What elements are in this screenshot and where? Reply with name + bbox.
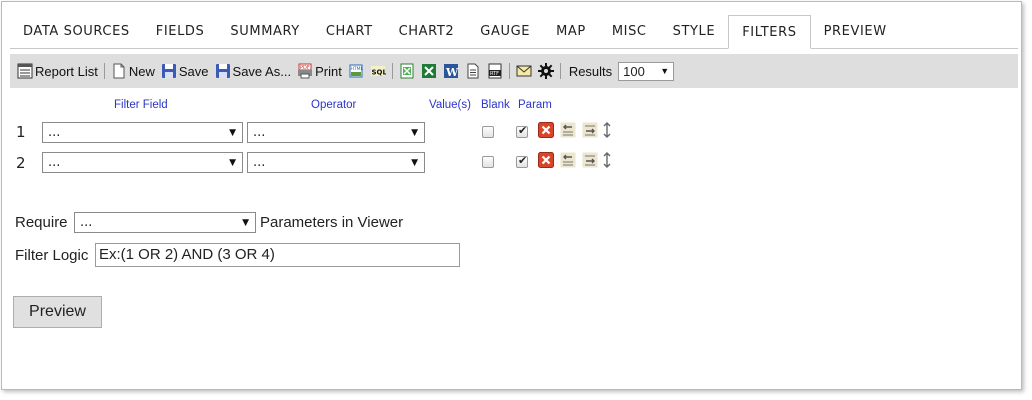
filter-logic-label: Filter Logic [15, 247, 89, 264]
toolbar-separator [391, 63, 393, 79]
tab-summary[interactable]: SUMMARY [217, 15, 312, 49]
csv-export-icon [400, 63, 414, 79]
new-button[interactable]: New [111, 63, 155, 79]
filter-logic-input[interactable]: Ex:(1 OR 2) AND (3 OR 4) [95, 243, 460, 267]
filter-row-number: 2 [16, 154, 26, 172]
gear-icon [537, 63, 554, 79]
column-header-values: Value(s) [429, 99, 471, 111]
toolbar-separator [559, 63, 561, 79]
parameters-in-viewer-label: Parameters in Viewer [260, 214, 404, 231]
tab-preview[interactable]: PREVIEW [811, 15, 900, 49]
results-label: Results [568, 63, 613, 79]
require-label: Require [15, 214, 68, 231]
sql-icon: SQL [370, 66, 386, 77]
svg-text:HTML: HTML [350, 66, 363, 72]
email-button[interactable] [516, 63, 532, 79]
report-list-icon [17, 63, 33, 79]
filter-field-value: ... [48, 155, 61, 170]
tab-misc[interactable]: MISC [599, 15, 660, 49]
svg-text:SQL: SQL [371, 69, 386, 77]
column-header-filter-field: Filter Field [114, 99, 168, 111]
chevron-down-icon: ▼ [242, 217, 249, 228]
export-excel-button[interactable] [421, 63, 437, 79]
svg-text:W: W [445, 66, 459, 79]
floppy-disk-icon [161, 64, 176, 78]
html-export-icon: HTML [349, 64, 363, 78]
tab-bar: DATA SOURCES FIELDS SUMMARY CHART CHART2… [10, 15, 900, 49]
param-checkbox[interactable] [516, 124, 528, 138]
tab-data-sources[interactable]: DATA SOURCES [10, 15, 143, 49]
operator-value: ... [253, 155, 266, 170]
new-document-icon [113, 63, 125, 79]
save-as-label: Save As... [232, 63, 292, 79]
tab-gauge[interactable]: GAUGE [467, 15, 543, 49]
filter-field-select[interactable]: ... ▼ [42, 122, 243, 143]
print-label: Print [315, 63, 342, 79]
require-select[interactable]: ... ▼ [74, 212, 256, 233]
drag-handle-icon[interactable] [601, 152, 613, 168]
results-select[interactable]: 100 ▼ [618, 61, 675, 81]
drag-handle-icon[interactable] [601, 122, 613, 138]
move-down-icon[interactable] [582, 122, 598, 138]
report-list-label: Report List [35, 63, 98, 79]
chevron-down-icon: ▼ [229, 157, 236, 168]
print-button[interactable]: PDF Print [297, 63, 342, 79]
word-icon: W [443, 64, 459, 79]
export-word-button[interactable]: W [443, 63, 459, 79]
blank-checkbox[interactable] [482, 156, 494, 168]
export-text-button[interactable] [465, 63, 481, 79]
export-rtf-button[interactable]: RTF [487, 63, 503, 79]
operator-select[interactable]: ... ▼ [247, 152, 425, 173]
save-label: Save [178, 63, 209, 79]
blank-checkbox[interactable] [482, 126, 494, 138]
toolbar: Report List New Save Save As... PDF Prin… [10, 54, 1018, 88]
export-html-button[interactable]: HTML [348, 63, 364, 79]
envelope-icon [516, 65, 532, 77]
delete-icon[interactable] [538, 122, 554, 138]
export-csv-button[interactable] [399, 63, 415, 79]
tab-chart[interactable]: CHART [313, 15, 386, 49]
report-designer-panel: DATA SOURCES FIELDS SUMMARY CHART CHART2… [1, 1, 1022, 390]
preview-button[interactable]: Preview [13, 296, 102, 328]
chevron-down-icon: ▼ [660, 66, 670, 76]
pdf-print-icon: PDF [298, 63, 313, 79]
tab-style[interactable]: STYLE [660, 15, 729, 49]
filter-field-select[interactable]: ... ▼ [42, 152, 243, 173]
settings-button[interactable] [537, 63, 554, 79]
save-button[interactable]: Save [161, 63, 209, 79]
results-value: 100 [623, 63, 645, 79]
move-up-icon[interactable] [560, 152, 576, 168]
param-checkbox[interactable] [516, 154, 528, 168]
move-up-icon[interactable] [560, 122, 576, 138]
filter-field-value: ... [48, 125, 61, 140]
tab-filters[interactable]: FILTERS [728, 15, 811, 49]
new-label: New [128, 63, 155, 79]
floppy-disk-edit-icon [215, 64, 230, 78]
export-sql-button[interactable]: SQL [370, 63, 386, 79]
column-header-param: Param [518, 99, 552, 111]
operator-value: ... [253, 125, 266, 140]
delete-icon[interactable] [538, 152, 554, 168]
toolbar-separator [103, 63, 105, 79]
rtf-icon: RTF [488, 63, 502, 79]
chevron-down-icon: ▼ [411, 157, 418, 168]
require-value: ... [80, 215, 93, 230]
excel-icon [421, 64, 436, 78]
tab-divider [10, 48, 1018, 49]
tab-fields[interactable]: FIELDS [143, 15, 218, 49]
tab-chart2[interactable]: CHART2 [386, 15, 468, 49]
move-down-icon[interactable] [582, 152, 598, 168]
filter-row-number: 1 [16, 123, 26, 141]
text-document-icon [467, 63, 479, 79]
column-header-blank: Blank [481, 99, 510, 111]
save-as-button[interactable]: Save As... [215, 63, 292, 79]
column-header-operator: Operator [311, 99, 357, 111]
tab-map[interactable]: MAP [543, 15, 599, 49]
toolbar-separator [508, 63, 510, 79]
chevron-down-icon: ▼ [411, 127, 418, 138]
chevron-down-icon: ▼ [229, 127, 236, 138]
operator-select[interactable]: ... ▼ [247, 122, 425, 143]
report-list-button[interactable]: Report List [17, 63, 98, 79]
svg-text:RTF: RTF [490, 71, 499, 77]
